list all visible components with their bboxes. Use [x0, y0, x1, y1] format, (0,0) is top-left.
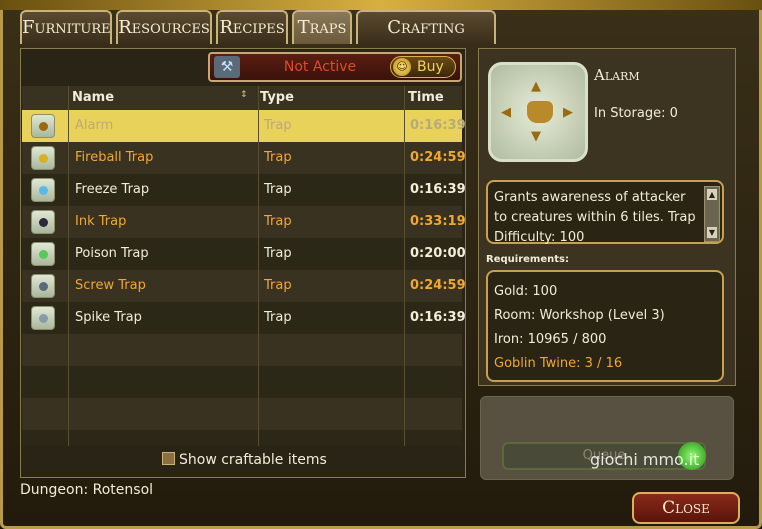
- screw-trap-icon-mark: [39, 282, 48, 291]
- watermark: giochi mmo.it: [590, 450, 700, 469]
- tab-furniture[interactable]: Furniture: [20, 10, 112, 44]
- trap-type: Trap: [264, 182, 292, 197]
- show-craftable-checkbox[interactable]: Show craftable items: [162, 452, 327, 468]
- item-name: Alarm: [594, 66, 640, 84]
- alarm-trap-icon-mark: [39, 122, 48, 131]
- dungeon-label: Dungeon: Rotensol: [20, 482, 154, 498]
- trap-type: Trap: [264, 246, 292, 261]
- requirement-room: Room: Workshop (Level 3): [494, 308, 665, 323]
- trap-table: Alarm Trap 0:16:39 Fireball Trap Trap 0:…: [22, 110, 466, 446]
- empty-row: [22, 366, 462, 398]
- requirement-iron: Iron: 10965 / 800: [494, 332, 607, 347]
- ink-trap-icon: [31, 210, 55, 234]
- buy-button[interactable]: ☺ Buy: [390, 56, 456, 78]
- table-header: Name ↕ Type Time: [22, 86, 462, 110]
- column-divider: [68, 86, 69, 446]
- empty-row: [22, 430, 462, 446]
- requirements-list: Gold: 100 Room: Workshop (Level 3) Iron:…: [486, 270, 724, 382]
- arrow-right-icon: ▶: [563, 105, 573, 120]
- freeze-trap-icon: [31, 178, 55, 202]
- screw-trap-icon: [31, 274, 55, 298]
- poison-trap-icon-mark: [39, 250, 48, 259]
- requirements-label: Requirements:: [486, 254, 569, 265]
- trap-time: 0:20:00: [410, 246, 466, 261]
- trap-time: 0:24:59: [410, 150, 466, 165]
- scroll-up-icon[interactable]: ▲: [707, 189, 717, 200]
- item-storage: In Storage: 0: [594, 106, 678, 121]
- trap-type: Trap: [264, 278, 292, 293]
- alarm-device: [527, 101, 553, 123]
- tab-resources[interactable]: Resources: [116, 10, 212, 44]
- arrow-down-icon: ▼: [531, 129, 541, 144]
- trap-time: 0:16:39: [410, 310, 466, 325]
- tab-traps[interactable]: Traps: [292, 10, 352, 44]
- empty-row: [22, 398, 462, 430]
- title-ornament: [0, 0, 762, 10]
- spike-trap-icon-mark: [39, 314, 48, 323]
- table-row[interactable]: Alarm Trap 0:16:39: [22, 110, 466, 142]
- trap-name: Alarm: [75, 118, 114, 133]
- empty-row: [22, 334, 462, 366]
- spike-trap-icon: [31, 306, 55, 330]
- anvil-icon: ⚒: [214, 56, 240, 78]
- table-row[interactable]: Screw Trap Trap 0:24:59: [22, 270, 466, 302]
- trap-time: 0:16:39: [410, 118, 466, 133]
- arrow-up-icon: ▲: [531, 79, 541, 94]
- sort-indicator-icon: ↕: [240, 90, 248, 100]
- tab-crafting-queue[interactable]: Crafting Queue: [356, 10, 496, 70]
- table-row[interactable]: Poison Trap Trap 0:20:00: [22, 238, 466, 270]
- tab-recipes[interactable]: Recipes: [216, 10, 288, 44]
- trap-type: Trap: [264, 150, 292, 165]
- freeze-trap-icon-mark: [39, 186, 48, 195]
- fireball-trap-icon: [31, 146, 55, 170]
- trap-time: 0:16:39: [410, 182, 466, 197]
- coin-icon: ☺: [393, 58, 411, 76]
- trap-name: Freeze Trap: [75, 182, 150, 197]
- trap-type: Trap: [264, 214, 292, 229]
- column-header-name[interactable]: Name: [72, 90, 114, 105]
- column-header-time[interactable]: Time: [408, 90, 444, 105]
- trap-type: Trap: [264, 310, 292, 325]
- item-description-text: Grants awareness of attacker to creature…: [494, 190, 696, 245]
- checkbox-box[interactable]: [162, 452, 175, 465]
- trap-name: Spike Trap: [75, 310, 142, 325]
- activation-status: Not Active: [283, 59, 357, 75]
- table-row[interactable]: Ink Trap Trap 0:33:19: [22, 206, 466, 238]
- buy-label: Buy: [417, 59, 444, 75]
- trap-name: Poison Trap: [75, 246, 149, 261]
- column-header-type[interactable]: Type: [260, 90, 294, 105]
- trap-time: 0:33:19: [410, 214, 466, 229]
- fireball-trap-icon-mark: [39, 154, 48, 163]
- ink-trap-icon-mark: [39, 218, 48, 227]
- column-divider: [258, 86, 259, 446]
- trap-name: Screw Trap: [75, 278, 146, 293]
- table-row[interactable]: Spike Trap Trap 0:16:39: [22, 302, 466, 334]
- item-description: Grants awareness of attacker to creature…: [486, 180, 724, 245]
- requirement-gold: Gold: 100: [494, 284, 558, 299]
- alarm-trap-icon: [31, 114, 55, 138]
- trap-name: Fireball Trap: [75, 150, 154, 165]
- alarm-portrait-icon: ▲ ▼ ◀ ▶: [488, 62, 588, 162]
- trap-name: Ink Trap: [75, 214, 127, 229]
- description-scrollbar[interactable]: ▲ ▼: [704, 186, 720, 242]
- scroll-down-icon[interactable]: ▼: [707, 227, 717, 238]
- show-craftable-label: Show craftable items: [179, 452, 327, 468]
- table-row[interactable]: Fireball Trap Trap 0:24:59: [22, 142, 466, 174]
- activation-bar: ⚒ Not Active ☺ Buy: [208, 52, 462, 82]
- arrow-left-icon: ◀: [501, 105, 511, 120]
- close-button[interactable]: Close: [632, 492, 740, 524]
- requirement-goblin-twine: Goblin Twine: 3 / 16: [494, 356, 623, 371]
- column-divider: [404, 86, 405, 446]
- table-row[interactable]: Freeze Trap Trap 0:16:39: [22, 174, 466, 206]
- trap-type: Trap: [264, 118, 292, 133]
- poison-trap-icon: [31, 242, 55, 266]
- trap-time: 0:24:59: [410, 278, 466, 293]
